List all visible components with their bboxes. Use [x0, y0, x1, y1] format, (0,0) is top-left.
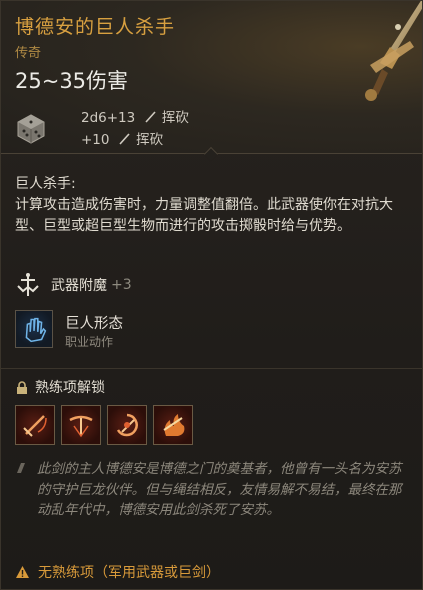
damage-type: 挥砍 — [161, 110, 189, 126]
description-body: 计算攻击造成伤害时，力量调整值翻倍。此武器使你在对抗大型、巨型或超巨型生物而进行… — [15, 197, 393, 234]
dice-icon — [17, 114, 45, 144]
description-title: 巨人杀手: — [15, 176, 76, 192]
spin-slash-icon[interactable] — [107, 405, 147, 445]
class-action[interactable]: 巨人形态 职业动作 — [15, 309, 415, 349]
proficiency-warning: 无熟练项（军用武器或巨剑） — [15, 562, 220, 582]
enchant-icon — [17, 273, 39, 296]
damage-line-2: +10 挥砍 — [81, 128, 163, 148]
lore-text: 此剑的主人博德安是博德之门的奠基者，他曾有一头名为安苏的守护巨龙伙伴。但与绳结相… — [37, 461, 402, 518]
proficiency-heading: 熟练项解锁 — [15, 377, 105, 397]
fire-strike-icon[interactable] — [153, 405, 193, 445]
warning-text: 无熟练项（军用武器或巨剑） — [38, 565, 220, 581]
proficiency-actions — [15, 405, 193, 445]
slash-icon — [119, 133, 130, 145]
item-tooltip: 博德安的巨人杀手 传奇 25~35伤害 2d6+13 挥砍 +10 挥砍 巨人杀… — [0, 0, 423, 590]
enchant-label: 武器附魔 — [51, 278, 107, 294]
cleave-icon[interactable] — [61, 405, 101, 445]
damage-amount: +10 — [81, 132, 110, 148]
lore-quote-icon — [17, 463, 25, 473]
giant-form-icon — [15, 310, 53, 348]
damage-type: 挥砍 — [136, 132, 164, 148]
sword-icon — [365, 1, 422, 101]
weapon-enchant[interactable]: 武器附魔 +3 — [15, 271, 132, 299]
action-type: 职业动作 — [65, 335, 114, 349]
slash-icon — [144, 111, 156, 123]
damage-line-1: 2d6+13 挥砍 — [81, 106, 189, 126]
tooltip-header: 博德安的巨人杀手 传奇 25~35伤害 2d6+13 挥砍 +10 挥砍 — [1, 1, 422, 153]
warning-icon — [16, 566, 29, 578]
proficiency-heading-text: 熟练项解锁 — [35, 380, 105, 396]
damage-amount: 2d6+13 — [81, 110, 136, 126]
enchant-value: +3 — [111, 277, 132, 293]
lock-icon — [17, 380, 27, 394]
sword-slash-icon[interactable] — [15, 405, 55, 445]
item-rarity: 传奇 — [15, 46, 42, 61]
item-description: 巨人杀手: 计算攻击造成伤害时，力量调整值翻倍。此武器使你在对抗大型、巨型或超巨… — [15, 174, 411, 237]
proficiency-divider — [1, 368, 422, 369]
item-name: 博德安的巨人杀手 — [15, 16, 176, 38]
action-name: 巨人形态 — [65, 316, 123, 332]
damage-range: 25~35伤害 — [15, 69, 129, 93]
